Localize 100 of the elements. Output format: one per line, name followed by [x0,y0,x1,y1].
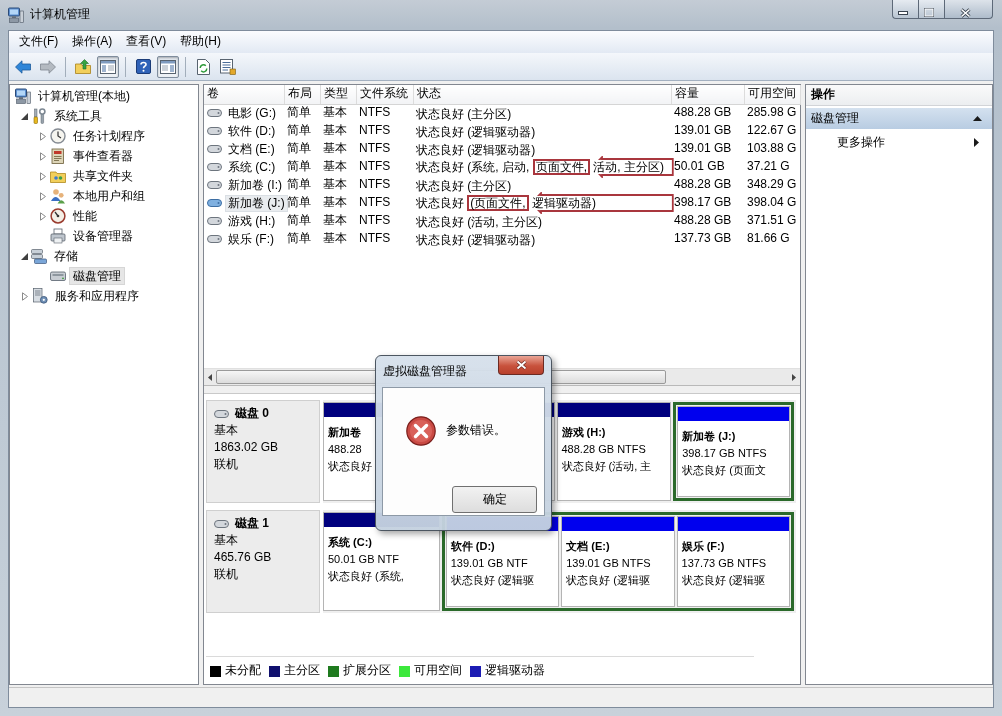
volume-detail: 137.73 GB NTFS [681,556,766,571]
drive-icon [214,409,229,418]
action-group-header[interactable]: 磁盘管理 [806,108,992,129]
column-header[interactable]: 文件系统 [356,85,413,104]
tree-item[interactable]: 计算机管理(本地) [34,87,134,105]
table-cell-text: 简单 [286,122,312,140]
caret-right-icon[interactable] [40,211,46,221]
right-triangle-icon[interactable] [792,373,796,381]
column-header[interactable]: 状态 [413,85,671,104]
volume-name[interactable]: 软件 (D:) [225,122,279,140]
maximize-button[interactable] [918,0,945,19]
volume-name[interactable]: 新加卷 (J:) [225,194,288,212]
dialog-title: 虚拟磁盘管理器 [383,364,467,380]
tree-item[interactable]: 性能 [69,207,101,225]
pane-header: 操作 [806,85,992,106]
legend-label: 扩展分区 [343,663,391,679]
volume-name[interactable]: 系统 (C:) [225,158,279,176]
maximize-icon [923,8,934,17]
caret-down-icon[interactable] [21,252,28,260]
column-header[interactable]: 布局 [284,85,320,104]
table-cell-text: 简单 [286,140,312,158]
caret-right-icon[interactable] [22,291,28,301]
volume-name[interactable]: 电影 (G:) [225,104,279,122]
table-cell-text: 137.73 GB [673,230,733,248]
table-cell-text: 简单 [286,230,312,248]
disk-status: 联机 [214,456,239,473]
tools-icon [31,108,47,124]
table-cell-text: 488.28 GB [673,212,733,230]
table-cell-text: 基本 [322,176,348,194]
tree-item[interactable]: 任务计划程序 [69,127,149,145]
table-cell-text: NTFS [358,194,392,212]
partition-block[interactable]: 游戏 (H:) 488.28 GB NTFS 状态良好 (活动, 主 [556,402,672,501]
clock-icon [50,128,66,144]
tree-item[interactable]: 服务和应用程序 [51,287,143,305]
status-text: 状态良好 (页面文件, 逻辑驱动器) [416,194,597,212]
table-cell-text: 348.29 G [746,176,798,194]
legend-label: 主分区 [284,663,320,679]
tree-item[interactable]: 存储 [50,247,82,265]
caret-right-icon[interactable] [40,151,46,161]
column-header[interactable]: 容量 [671,85,744,104]
legend-label: 逻辑驱动器 [485,663,545,679]
volume-detail: 488.28 GB NTFS [561,442,646,457]
console-tree-button[interactable] [97,55,119,78]
column-header[interactable]: 可用空间 [744,85,800,104]
right-panel-icon [160,59,176,74]
tree-item[interactable]: 设备管理器 [69,227,137,245]
tree-item[interactable]: 共享文件夹 [69,167,137,185]
volume-status: 状态良好 [328,459,372,474]
column-header[interactable]: 类型 [320,85,356,104]
caret-down-icon[interactable] [21,112,28,120]
window-title: 计算机管理 [30,7,90,23]
status-text: 状态良好 (主分区) [416,177,512,193]
action-item[interactable]: 更多操作 [806,132,992,153]
partition-block[interactable]: 文档 (E:) 139.01 GB NTFS 状态良好 (逻辑驱 [561,516,675,607]
tree-item[interactable]: 事件查看器 [69,147,137,165]
table-cell-text: 基本 [322,122,348,140]
volume-name[interactable]: 娱乐 (F:) [225,230,277,248]
ok-button[interactable]: 确定 [452,486,537,513]
table-cell-text: 139.01 GB [673,140,733,158]
caret-right-icon[interactable] [40,191,46,201]
list-icon [220,58,236,75]
left-arrow-icon [15,59,31,74]
tree-item[interactable]: 磁盘管理 [69,267,125,285]
menu-item[interactable]: 帮助(H) [173,33,228,51]
minimize-button[interactable] [892,0,918,19]
table-cell-text: 基本 [322,230,348,248]
caret-right-icon[interactable] [40,171,46,181]
up-triangle-icon[interactable] [973,116,982,121]
volume-name[interactable]: 文档 (E:) [225,140,278,158]
volume-status: 状态良好 (页面文 [682,463,766,478]
help-icon [135,59,151,74]
tree-item[interactable]: 本地用户和组 [69,187,149,205]
left-triangle-icon[interactable] [208,373,212,381]
table-cell: 488.28 GB [671,104,744,122]
table-cell-text: 371.51 G [746,212,798,230]
volume-status: 状态良好 (逻辑驱 [681,573,766,588]
close-button[interactable] [945,0,993,19]
table-cell-text: 简单 [286,176,312,194]
volume-status: 状态良好 (活动, 主 [561,459,652,474]
table-cell: 简单 [284,104,320,122]
action-pane-button[interactable] [157,55,179,78]
volume-name[interactable]: 新加卷 (I:) [225,176,285,194]
menu-item[interactable]: 查看(V) [119,33,174,51]
partition-block[interactable]: 娱乐 (F:) 137.73 GB NTFS 状态良好 (逻辑驱 [676,516,790,607]
caret-right-icon[interactable] [40,131,46,141]
column-header[interactable]: 卷 [204,85,284,104]
table-cell-text: 基本 [322,158,348,176]
disk-drive-icon [50,268,66,284]
document-gear-icon [32,288,48,304]
table-cell-text: 122.67 G [746,122,798,140]
status-text: 状态良好 (逻辑驱动器) [416,123,536,139]
partition-block[interactable]: 新加卷 (J:) 398.17 GB NTFS 状态良好 (页面文 [677,406,790,497]
status-text: 状态良好 (活动, 主分区) [416,213,542,229]
close-button[interactable] [498,356,544,375]
volume-name[interactable]: 游戏 (H:) [225,212,279,230]
tree-item[interactable]: 系统工具 [50,107,106,125]
table-cell-text: 103.88 G [746,140,798,158]
legend-label: 可用空间 [414,663,462,679]
menu-item[interactable]: 操作(A) [65,33,120,51]
menu-item[interactable]: 文件(F) [12,33,66,51]
